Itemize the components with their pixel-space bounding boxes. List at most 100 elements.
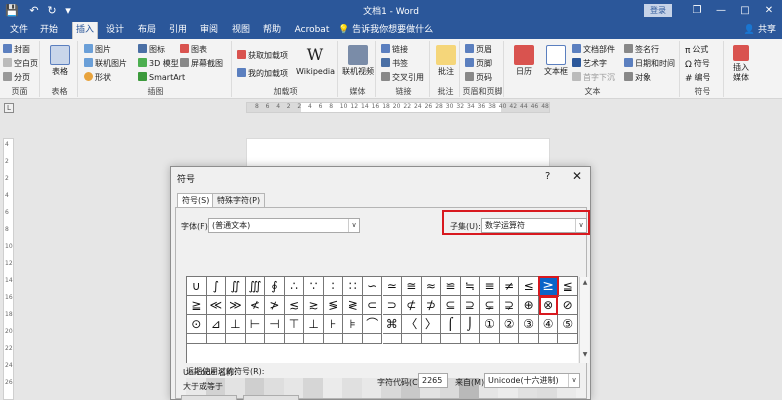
tab-acrobat[interactable]: Acrobat [292, 22, 332, 39]
vertical-ruler[interactable]: 4 2 2 4 6 8 10 12 14 16 18 20 22 24 26 [3, 138, 14, 400]
char-code-input[interactable]: 2265 [418, 373, 448, 388]
symbol-cell[interactable]: ≌ [441, 277, 461, 296]
symbol-cell[interactable]: ⊗ [538, 296, 559, 315]
symbol-cell[interactable]: ⑤ [558, 315, 578, 334]
symbol-cell[interactable]: ∬ [226, 277, 246, 296]
object-button[interactable]: 对象 [624, 72, 651, 84]
symbol-cell[interactable] [558, 334, 578, 344]
link-button[interactable]: 链接 [381, 44, 408, 56]
symbol-cell[interactable]: ∮ [265, 277, 285, 296]
symbol-cell[interactable]: ≪ [206, 296, 227, 315]
scroll-up-icon[interactable]: ▲ [580, 279, 590, 286]
tab-references[interactable]: 引用 [165, 22, 191, 39]
pictures-button[interactable]: 图片 [84, 44, 111, 56]
online-pictures-button[interactable]: 联机图片 [84, 58, 127, 70]
recent-symbol-cell[interactable] [322, 378, 342, 398]
symbol-grid-scrollbar[interactable]: ▲ ▼ [579, 277, 589, 363]
symbol-cell[interactable]: ⊂ [362, 296, 383, 315]
symbol-cell[interactable] [402, 334, 422, 344]
online-video-button[interactable]: 联机视频 [341, 45, 375, 77]
comment-button[interactable]: 批注 [434, 45, 458, 77]
symbol-cell[interactable] [245, 334, 266, 344]
footer-button[interactable]: 页脚 [465, 58, 492, 70]
subset-select[interactable]: 数学运算符 ∨ [481, 218, 587, 233]
tab-view[interactable]: 视图 [228, 22, 254, 39]
shortcut-key-button[interactable] [243, 395, 299, 400]
tab-help[interactable]: 帮助 [259, 22, 285, 39]
cover-page-button[interactable]: 封面 [3, 44, 30, 56]
shapes-button[interactable]: 形状 [84, 72, 111, 84]
symbol-cell[interactable]: ⊿ [206, 315, 227, 334]
tab-layout[interactable]: 布局 [134, 22, 160, 39]
blank-page-button[interactable]: 空白页 [3, 58, 38, 70]
symbol-cell[interactable]: ≠ [499, 277, 520, 296]
symbol-cell[interactable]: ⊤ [284, 315, 305, 334]
symbol-cell[interactable] [538, 334, 559, 344]
symbol-button[interactable]: Ω 符号 [685, 58, 710, 70]
symbol-cell[interactable]: ∽ [362, 277, 383, 296]
symbol-cell[interactable]: ≧ [187, 296, 207, 315]
3d-models-button[interactable]: 3D 模型 [138, 58, 179, 70]
symbol-cell[interactable]: ③ [519, 315, 539, 334]
symbol-cell[interactable]: ≃ [382, 277, 403, 296]
get-addins-button[interactable]: 获取加载项 [237, 50, 288, 62]
symbol-cell[interactable]: ⊄ [402, 296, 422, 315]
symbol-cell[interactable]: ⊦ [323, 315, 344, 334]
symbol-cell[interactable]: ⊥ [226, 315, 246, 334]
symbol-cell[interactable]: ∵ [304, 277, 324, 296]
calendar-button[interactable]: 日历 [510, 45, 538, 77]
symbol-cell[interactable] [460, 334, 481, 344]
page-number-button[interactable]: 页码 [465, 72, 492, 84]
equation-button[interactable]: π 公式 [685, 44, 708, 56]
symbol-cell[interactable]: ≳ [304, 296, 324, 315]
symbol-cell[interactable]: ≷ [343, 296, 363, 315]
quick-parts-button[interactable]: 文档部件 [572, 44, 615, 56]
symbol-cell[interactable]: ∷ [343, 277, 363, 296]
symbol-cell[interactable]: ∴ [284, 277, 305, 296]
symbol-cell[interactable]: ≡ [480, 277, 500, 296]
symbol-cell[interactable]: ⊅ [421, 296, 442, 315]
symbol-cell[interactable]: ⊕ [519, 296, 539, 315]
symbol-cell[interactable]: ⌠ [441, 315, 461, 334]
symbol-cell[interactable]: 〈 [402, 315, 422, 334]
tab-special-characters[interactable]: 特殊字符(P) [212, 193, 266, 208]
symbol-cell[interactable]: ≅ [402, 277, 422, 296]
symbol-cell[interactable]: ⌡ [460, 315, 481, 334]
symbol-cell[interactable] [441, 334, 461, 344]
symbol-cell[interactable] [323, 334, 344, 344]
minimize-button[interactable]: — [710, 2, 732, 19]
tab-insert[interactable]: 插入 [72, 22, 98, 39]
date-time-button[interactable]: 日期和时间 [624, 58, 675, 70]
symbol-cell[interactable]: ≲ [284, 296, 305, 315]
symbol-cell[interactable]: ⊧ [343, 315, 363, 334]
symbol-cell[interactable]: ≯ [265, 296, 285, 315]
symbol-cell[interactable]: ② [499, 315, 520, 334]
help-icon[interactable]: ? [545, 171, 550, 182]
symbol-cell[interactable]: ⊘ [558, 296, 578, 315]
symbol-cell[interactable]: ⊣ [265, 315, 285, 334]
symbol-cell[interactable]: ≦ [558, 277, 578, 296]
symbol-cell[interactable] [343, 334, 363, 344]
wikipedia-button[interactable]: W Wikipedia [296, 45, 335, 77]
symbol-cell[interactable] [499, 334, 520, 344]
symbol-cell[interactable] [519, 334, 539, 344]
symbol-cell[interactable]: ≫ [226, 296, 246, 315]
symbol-cell[interactable]: ≒ [460, 277, 481, 296]
number-button[interactable]: # 编号 [685, 72, 711, 84]
login-button[interactable]: 登录 [644, 4, 672, 17]
symbol-cell[interactable]: ⊥ [304, 315, 324, 334]
tab-stop-selector[interactable]: L [4, 103, 14, 113]
symbol-cell[interactable]: ⊇ [460, 296, 481, 315]
symbol-cell[interactable] [187, 334, 207, 344]
tab-design[interactable]: 设计 [102, 22, 128, 39]
header-button[interactable]: 页眉 [465, 44, 492, 56]
symbol-cell[interactable]: 〉 [421, 315, 442, 334]
symbol-cell[interactable]: ⌒ [362, 315, 383, 334]
from-select[interactable]: Unicode(十六进制) ∨ [484, 373, 580, 388]
symbol-cell[interactable]: ④ [538, 315, 559, 334]
textbox-button[interactable]: 文本框 [542, 45, 570, 77]
symbol-cell[interactable]: ≥ [537, 276, 560, 297]
symbol-cell[interactable]: ∫ [206, 277, 227, 296]
symbol-cell[interactable] [480, 334, 500, 344]
tell-me-search[interactable]: 💡 告诉我你想要做什么 [338, 22, 448, 39]
